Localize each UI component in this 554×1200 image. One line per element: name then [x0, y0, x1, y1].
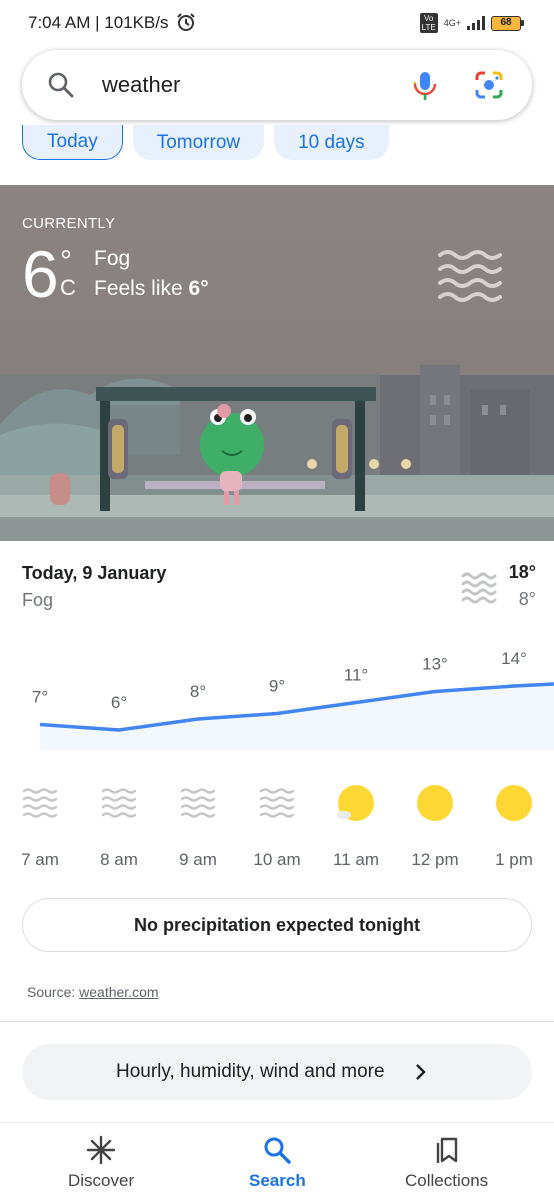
fog-icon — [259, 788, 295, 818]
hourly-temp-label: 11° — [344, 666, 368, 685]
search-icon[interactable] — [48, 72, 74, 98]
hourly-time-label: 8 am — [100, 850, 138, 869]
battery-level: 68 — [491, 15, 521, 31]
hourly-time-label: 12 pm — [411, 850, 458, 869]
nav-collections-label: Collections — [405, 1171, 489, 1190]
hourly-temp-label: 13° — [422, 655, 448, 674]
degree-symbol: ° — [60, 245, 72, 278]
network-type: 4G+ — [443, 18, 461, 28]
signal-icon — [467, 16, 485, 30]
nav-search[interactable]: Search — [249, 1135, 306, 1191]
today-summary: Today, 9 January Fog — [22, 563, 166, 611]
hourly-temp-label: 9° — [269, 677, 285, 696]
hourly-temp-label: 6° — [111, 693, 127, 712]
battery-icon: 68 — [491, 15, 524, 31]
bottom-nav: Discover Search Collections — [0, 1122, 554, 1200]
precipitation-notice-button[interactable]: No precipitation expected tonight — [22, 898, 532, 952]
today-condition: Fog — [22, 590, 54, 610]
sunny-icon — [417, 785, 453, 821]
status-right: Vo LTE 4G+ 68 — [419, 13, 524, 33]
volte-icon: Vo LTE — [419, 13, 438, 33]
fog-icon — [101, 788, 137, 818]
more-details-label: Hourly, humidity, wind and more — [116, 1061, 385, 1082]
status-time: 7:04 AM | 101KB/s — [28, 13, 169, 32]
fog-icon — [180, 788, 216, 818]
partly-sunny-icon — [337, 785, 374, 821]
collections-icon — [436, 1137, 457, 1163]
nav-discover-label: Discover — [68, 1171, 135, 1190]
tab-today[interactable]: Today — [22, 125, 123, 160]
search-bar[interactable] — [22, 50, 532, 120]
nav-search-label: Search — [249, 1171, 306, 1190]
fog-icon — [438, 250, 502, 302]
hourly-time-label: 11 am — [333, 850, 379, 869]
search-input[interactable] — [102, 72, 362, 98]
nav-collections[interactable]: Collections — [405, 1135, 488, 1191]
hourly-time-label: 7 am — [21, 850, 59, 869]
hourly-temp-label: 8° — [190, 682, 206, 701]
current-temp: 6 — [22, 237, 59, 311]
hourly-temp-label: 14° — [501, 649, 527, 668]
forecast-tabs: Today Tomorrow 10 days — [22, 125, 389, 160]
alarm-icon — [177, 13, 195, 31]
chevron-right-icon — [416, 1064, 426, 1080]
feels-like-value: 6° — [188, 277, 209, 300]
current-weather-hero: CURRENTLY 6 ° C Fog Feels like 6° — [0, 185, 554, 541]
fog-icon — [22, 788, 58, 818]
today-low: 8° — [518, 589, 536, 609]
today-high-low: 18° 8° — [509, 562, 536, 610]
status-bar: 7:04 AM | 101KB/s Vo LTE 4G+ 68 — [0, 0, 554, 48]
today-date: Today, 9 January — [22, 563, 167, 583]
nav-discover[interactable]: Discover — [68, 1135, 134, 1191]
lens-camera-icon[interactable] — [474, 70, 504, 100]
frog-bus-stop-illustration — [0, 365, 554, 541]
hourly-time-label: 1 pm — [495, 850, 533, 869]
feels-like-label: Feels like — [94, 277, 183, 300]
hourly-time-label: 10 am — [253, 850, 300, 869]
source-link[interactable]: weather.com — [79, 984, 158, 1000]
today-high: 18° — [508, 562, 536, 582]
hourly-temperature-chart[interactable]: 7° 7 am 6° 8 am 8° 9 am 9° 10 am 11° 11 am 13° 12 p… — [0, 640, 554, 880]
more-details-button[interactable]: Hourly, humidity, wind and more — [22, 1044, 532, 1100]
source-label: Source: — [27, 984, 76, 1000]
mic-icon[interactable] — [412, 70, 438, 102]
feels-like: Feels like 6° — [94, 277, 209, 301]
currently-heading: CURRENTLY — [22, 215, 116, 232]
source-line: Source: weather.com — [27, 984, 159, 1000]
fog-icon — [461, 572, 497, 604]
tab-tomorrow[interactable]: Tomorrow — [132, 125, 265, 160]
hourly-time-label: 9 am — [179, 850, 217, 869]
divider — [0, 1021, 554, 1022]
current-condition: Fog — [94, 247, 131, 270]
hourly-temp-label: 7° — [32, 688, 48, 707]
discover-icon — [86, 1135, 116, 1165]
sunny-icon — [496, 785, 532, 821]
temp-unit[interactable]: C — [60, 275, 76, 301]
tab-10-days[interactable]: 10 days — [274, 125, 389, 160]
search-icon — [264, 1137, 292, 1164]
